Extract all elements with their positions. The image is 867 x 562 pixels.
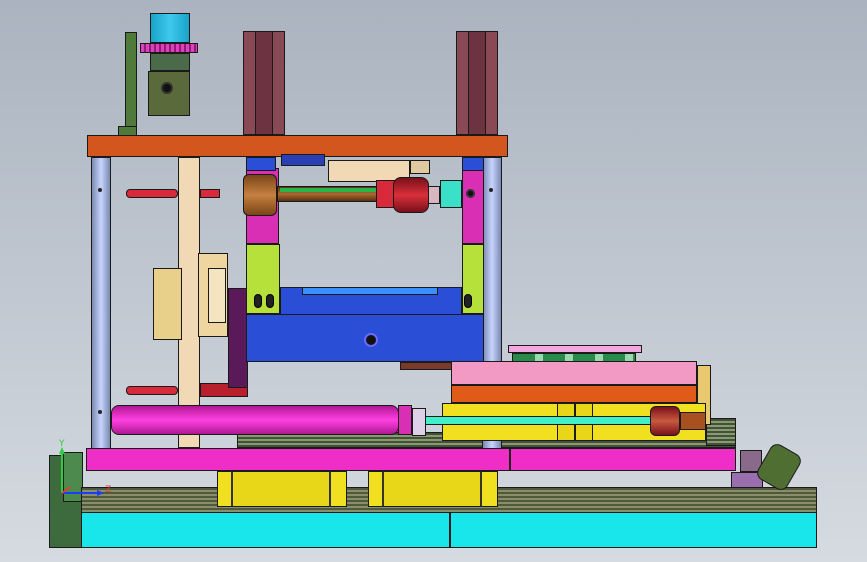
x-axis-arrow xyxy=(97,490,104,496)
mount-bracket-foot xyxy=(118,126,137,136)
adjust-slot xyxy=(464,294,472,308)
center-bolt-hole xyxy=(364,333,378,347)
lower-cylinder xyxy=(111,405,399,435)
pink-top-slab xyxy=(508,345,642,353)
bolt xyxy=(489,188,493,192)
top-blue-block-right xyxy=(462,157,484,171)
tan-block-inner xyxy=(208,268,226,323)
push-rod-end xyxy=(680,412,706,430)
upper-cylinder-nose xyxy=(440,180,462,208)
left-guide-rod xyxy=(91,157,111,449)
pink-slide-carriage xyxy=(451,361,697,385)
valve-knurled-ring xyxy=(140,43,198,53)
upper-cylinder-body xyxy=(243,174,277,216)
top-right-column-groove xyxy=(468,31,486,135)
upper-cylinder-tip xyxy=(428,186,440,204)
top-blue-block-left xyxy=(246,157,276,171)
tan-top-cross-r xyxy=(410,160,430,174)
push-rod-collar xyxy=(650,406,680,436)
right-magenta-plate xyxy=(462,168,484,244)
pivot-hole xyxy=(466,189,475,198)
base-block-left xyxy=(81,512,450,548)
upper-cylinder-green-rod xyxy=(280,188,380,192)
main-pink-bar-ext xyxy=(510,448,736,471)
upper-stop-rod-right xyxy=(200,189,220,198)
brown-strip xyxy=(400,362,452,370)
adjust-slot xyxy=(254,294,262,308)
orange-slide-carriage xyxy=(451,385,697,403)
mount-bracket xyxy=(125,32,137,135)
blue-main-block-top xyxy=(302,287,438,295)
top-blue-block-mid xyxy=(281,154,325,166)
lower-cylinder-clevis xyxy=(412,408,426,436)
linear-guide-left-block xyxy=(231,471,331,507)
triad-graphic xyxy=(59,447,104,496)
purple-side-block xyxy=(228,288,248,388)
base-block-right xyxy=(450,512,817,548)
valve-cap xyxy=(150,13,190,43)
valve-port xyxy=(161,82,173,94)
lower-cylinder-head xyxy=(398,405,412,435)
upper-stop-rod xyxy=(126,189,178,198)
cyan-push-rod xyxy=(412,416,652,425)
adjust-slot xyxy=(266,294,274,308)
triad-y-label: Y xyxy=(59,439,65,449)
valve-neck xyxy=(150,53,190,71)
axis-triad[interactable]: Y Z xyxy=(50,439,112,505)
triad-z-label: Z xyxy=(105,485,112,495)
left-lime-plate xyxy=(246,244,280,314)
upper-cylinder-collar xyxy=(393,177,429,213)
lower-stop-rod xyxy=(126,386,178,395)
top-left-column-groove xyxy=(255,31,273,135)
bolt xyxy=(98,410,102,414)
bolt xyxy=(98,188,102,192)
main-pink-bar xyxy=(86,448,510,471)
cad-3d-viewport[interactable]: Y Z xyxy=(0,0,867,562)
tan-side-block xyxy=(153,268,182,340)
linear-guide-right-block xyxy=(382,471,482,507)
